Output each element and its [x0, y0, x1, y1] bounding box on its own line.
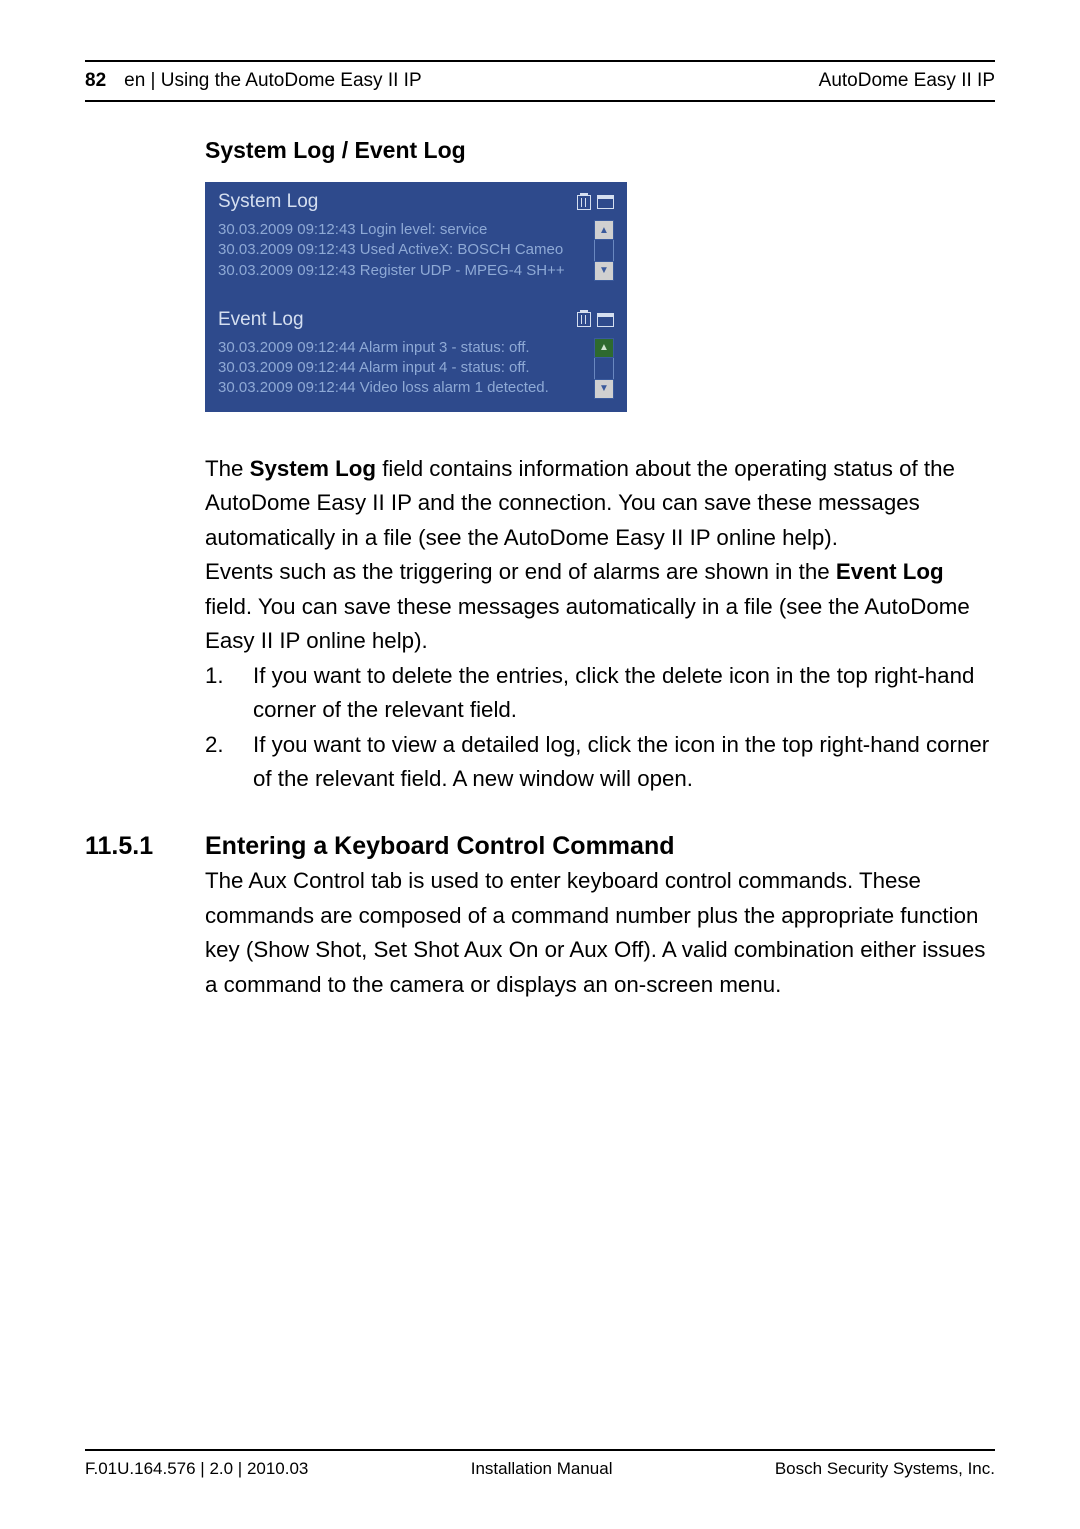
p2-post: field. You can save these messages autom…	[205, 594, 970, 654]
footer-right: Bosch Security Systems, Inc.	[775, 1459, 995, 1479]
system-log-scrollbar[interactable]: ▲ ▼	[594, 220, 614, 281]
scroll-track[interactable]	[594, 358, 614, 379]
subsection-title: Entering a Keyboard Control Command	[205, 832, 995, 861]
log-widget-container: System Log 30.03.2009 09:12:43 Login lev…	[205, 182, 627, 412]
page-header: 82 en | Using the AutoDome Easy II IP Au…	[85, 70, 995, 102]
system-log-body: 30.03.2009 09:12:43 Login level: service…	[208, 216, 624, 291]
list-number: 1.	[205, 659, 253, 728]
product-name: AutoDome Easy II IP	[819, 70, 995, 92]
p1-pre: The	[205, 456, 250, 481]
page-footer: F.01U.164.576 | 2.0 | 2010.03 Installati…	[85, 1449, 995, 1479]
system-log-header: System Log	[208, 185, 624, 216]
subsection-text: The Aux Control tab is used to enter key…	[205, 864, 995, 1002]
event-log-text: 30.03.2009 09:12:44 Alarm input 3 - stat…	[218, 338, 588, 399]
section-title: System Log / Event Log	[205, 137, 995, 164]
header-top-rule	[85, 60, 995, 62]
event-log-header: Event Log	[208, 303, 624, 334]
p2-bold: Event Log	[836, 559, 944, 584]
system-log-title: System Log	[218, 191, 318, 213]
event-log-scrollbar[interactable]: ▲ ▼	[594, 338, 614, 399]
footer-rule	[85, 1449, 995, 1451]
p1-bold: System Log	[250, 456, 376, 481]
footer-left: F.01U.164.576 | 2.0 | 2010.03	[85, 1459, 308, 1479]
system-log-panel: System Log 30.03.2009 09:12:43 Login lev…	[208, 185, 624, 291]
scroll-down-icon[interactable]: ▼	[594, 379, 614, 399]
log-divider	[208, 291, 624, 303]
breadcrumb: en | Using the AutoDome Easy II IP	[124, 70, 421, 92]
footer-center: Installation Manual	[471, 1459, 613, 1479]
list-number: 2.	[205, 728, 253, 797]
list-text: If you want to delete the entries, click…	[253, 659, 995, 728]
list-item: 2. If you want to view a detailed log, c…	[205, 728, 995, 797]
list-text: If you want to view a detailed log, clic…	[253, 728, 995, 797]
detail-window-icon[interactable]	[597, 195, 614, 209]
list-item: 1. If you want to delete the entries, cl…	[205, 659, 995, 728]
paragraph-1: The System Log field contains informatio…	[205, 452, 995, 556]
event-log-body: 30.03.2009 09:12:44 Alarm input 3 - stat…	[208, 334, 624, 409]
ordered-list: 1. If you want to delete the entries, cl…	[205, 659, 995, 797]
trash-icon[interactable]	[577, 312, 591, 327]
subsection: 11.5.1 Entering a Keyboard Control Comma…	[85, 832, 995, 1002]
event-log-panel: Event Log 30.03.2009 09:12:44 Alarm inpu…	[208, 303, 624, 409]
event-log-title: Event Log	[218, 309, 304, 331]
scroll-track[interactable]	[594, 240, 614, 261]
subsection-number: 11.5.1	[85, 832, 205, 1002]
scroll-up-icon[interactable]: ▲	[594, 338, 614, 358]
scroll-down-icon[interactable]: ▼	[594, 261, 614, 281]
p2-pre: Events such as the triggering or end of …	[205, 559, 836, 584]
scroll-up-icon[interactable]: ▲	[594, 220, 614, 240]
page-number: 82	[85, 70, 106, 92]
system-log-text: 30.03.2009 09:12:43 Login level: service…	[218, 220, 588, 281]
trash-icon[interactable]	[577, 195, 591, 210]
detail-window-icon[interactable]	[597, 313, 614, 327]
paragraph-2: Events such as the triggering or end of …	[205, 555, 995, 659]
body-text-block: The System Log field contains informatio…	[205, 452, 995, 659]
